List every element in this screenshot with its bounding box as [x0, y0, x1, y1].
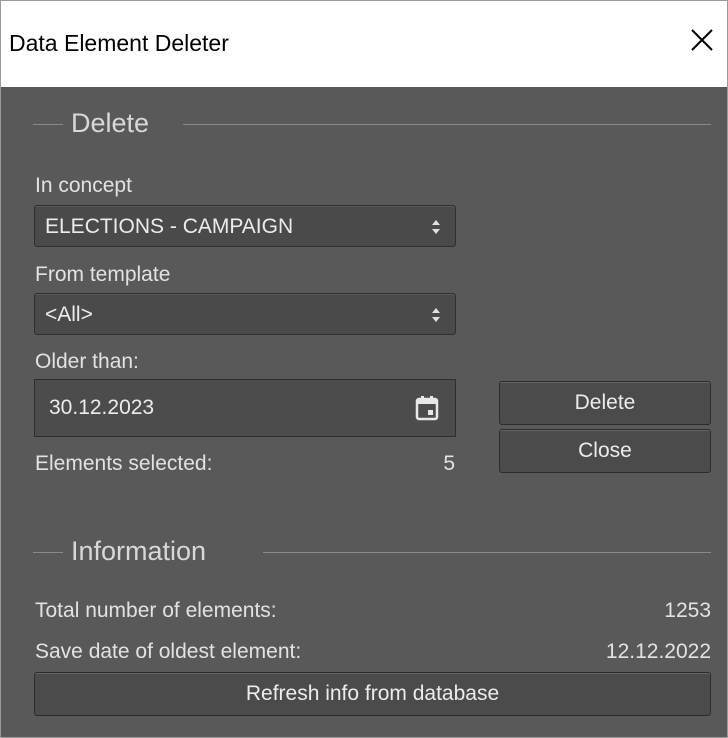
concept-dropdown[interactable]: ELECTIONS - CAMPAIGN [34, 205, 456, 247]
calendar-icon[interactable] [415, 395, 439, 421]
total-elements-value: 1253 [664, 599, 711, 622]
template-dropdown[interactable]: <All> [34, 293, 456, 335]
group-divider [183, 124, 711, 125]
older-than-label: Older than: [35, 350, 139, 373]
information-group-title: Information [71, 536, 207, 566]
oldest-date-label: Save date of oldest element: [35, 640, 302, 663]
date-input[interactable]: 30.12.2023 [34, 379, 456, 437]
elements-selected-value: 5 [443, 452, 455, 475]
group-divider [33, 124, 63, 125]
title-bar: Data Element Deleter [1, 1, 727, 87]
total-elements-label: Total number of elements: [35, 599, 277, 622]
elements-selected-label: Elements selected: [35, 452, 213, 475]
template-label: From template [35, 263, 171, 286]
concept-label: In concept [35, 174, 132, 197]
up-down-arrows-icon [432, 220, 440, 234]
date-input-value: 30.12.2023 [49, 396, 155, 419]
close-button[interactable]: Close [499, 429, 711, 473]
up-down-arrows-icon [432, 308, 440, 322]
delete-button[interactable]: Delete [499, 381, 711, 425]
delete-group-title: Delete [71, 108, 150, 138]
close-window-button[interactable] [685, 23, 719, 57]
template-dropdown-value: <All> [45, 303, 93, 326]
window-title: Data Element Deleter [9, 30, 229, 56]
dialog-window: Data Element Deleter Delete In concept E… [0, 0, 728, 738]
refresh-info-button[interactable]: Refresh info from database [34, 672, 711, 716]
dialog-content: Delete In concept ELECTIONS - CAMPAIGN F… [1, 87, 727, 737]
group-divider [33, 552, 63, 553]
concept-dropdown-value: ELECTIONS - CAMPAIGN [45, 215, 294, 238]
oldest-date-value: 12.12.2022 [605, 640, 711, 663]
close-icon [691, 29, 713, 51]
group-divider [263, 552, 711, 553]
